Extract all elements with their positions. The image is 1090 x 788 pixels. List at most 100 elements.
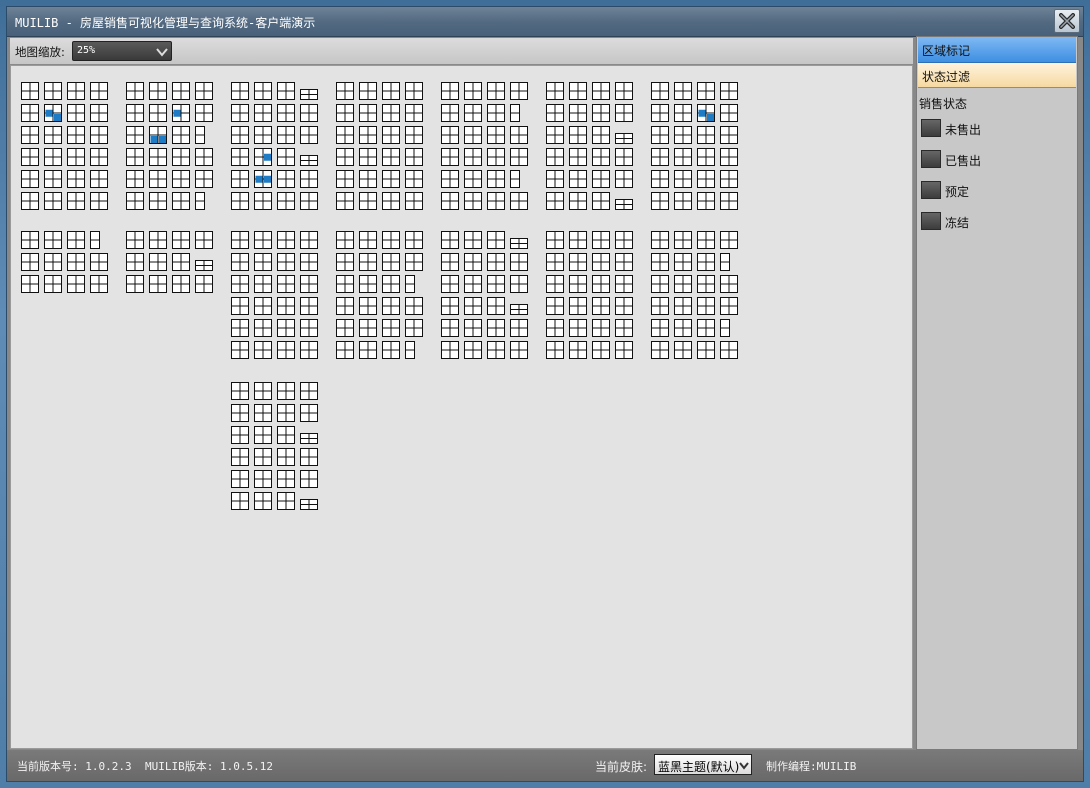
- apartment-unit[interactable]: [546, 275, 564, 293]
- apartment-unit[interactable]: [90, 170, 108, 188]
- apartment-unit[interactable]: [67, 192, 85, 210]
- apartment-unit[interactable]: [149, 148, 167, 166]
- highlighted-unit[interactable]: [264, 175, 271, 183]
- apartment-unit[interactable]: [44, 253, 62, 271]
- apartment-unit[interactable]: [90, 104, 108, 122]
- apartment-unit[interactable]: [697, 104, 715, 122]
- highlighted-unit[interactable]: [54, 114, 61, 121]
- apartment-unit[interactable]: [546, 192, 564, 210]
- apartment-unit[interactable]: [277, 82, 295, 100]
- apartment-unit[interactable]: [487, 253, 505, 271]
- building-block[interactable]: [231, 82, 318, 210]
- apartment-unit[interactable]: [300, 341, 318, 359]
- apartment-unit[interactable]: [487, 170, 505, 188]
- apartment-unit[interactable]: [697, 231, 715, 249]
- apartment-unit[interactable]: [195, 148, 213, 166]
- apartment-unit[interactable]: [254, 404, 272, 422]
- building-block[interactable]: [126, 231, 213, 293]
- apartment-unit[interactable]: [510, 253, 528, 271]
- apartment-unit[interactable]: [359, 192, 377, 210]
- apartment-unit[interactable]: [720, 319, 730, 337]
- apartment-unit[interactable]: [697, 275, 715, 293]
- apartment-unit[interactable]: [67, 231, 85, 249]
- apartment-unit[interactable]: [90, 275, 108, 293]
- apartment-unit[interactable]: [336, 253, 354, 271]
- apartment-unit[interactable]: [674, 297, 692, 315]
- apartment-unit[interactable]: [90, 231, 100, 249]
- apartment-unit[interactable]: [67, 126, 85, 144]
- apartment-unit[interactable]: [441, 82, 459, 100]
- apartment-unit[interactable]: [697, 341, 715, 359]
- apartment-unit[interactable]: [592, 275, 610, 293]
- apartment-unit[interactable]: [441, 148, 459, 166]
- apartment-unit[interactable]: [569, 82, 587, 100]
- apartment-unit[interactable]: [697, 148, 715, 166]
- apartment-unit[interactable]: [592, 253, 610, 271]
- apartment-unit[interactable]: [336, 170, 354, 188]
- apartment-unit[interactable]: [231, 253, 249, 271]
- apartment-unit[interactable]: [90, 253, 108, 271]
- apartment-unit[interactable]: [592, 104, 610, 122]
- apartment-unit[interactable]: [277, 253, 295, 271]
- apartment-unit[interactable]: [464, 192, 482, 210]
- apartment-unit[interactable]: [300, 470, 318, 488]
- status-reserved[interactable]: 预定: [921, 181, 1071, 201]
- apartment-unit[interactable]: [674, 148, 692, 166]
- apartment-unit[interactable]: [149, 104, 167, 122]
- apartment-unit[interactable]: [300, 319, 318, 337]
- apartment-unit[interactable]: [405, 192, 423, 210]
- apartment-unit[interactable]: [592, 170, 610, 188]
- apartment-unit[interactable]: [405, 231, 423, 249]
- apartment-unit[interactable]: [44, 104, 62, 122]
- apartment-unit[interactable]: [231, 470, 249, 488]
- apartment-unit[interactable]: [405, 319, 423, 337]
- apartment-unit[interactable]: [546, 82, 564, 100]
- apartment-unit[interactable]: [464, 170, 482, 188]
- apartment-unit[interactable]: [172, 104, 190, 122]
- apartment-unit[interactable]: [172, 253, 190, 271]
- apartment-unit[interactable]: [231, 148, 249, 166]
- apartment-unit[interactable]: [615, 341, 633, 359]
- highlighted-unit[interactable]: [150, 136, 158, 143]
- apartment-unit[interactable]: [405, 297, 423, 315]
- apartment-unit[interactable]: [720, 341, 738, 359]
- apartment-unit[interactable]: [697, 253, 715, 271]
- apartment-unit[interactable]: [44, 231, 62, 249]
- building-block[interactable]: [651, 82, 738, 210]
- apartment-unit[interactable]: [300, 297, 318, 315]
- apartment-unit[interactable]: [674, 170, 692, 188]
- apartment-unit[interactable]: [382, 170, 400, 188]
- apartment-unit[interactable]: [126, 253, 144, 271]
- skin-dropdown[interactable]: 蓝黑主题(默认): [654, 754, 752, 775]
- apartment-unit[interactable]: [172, 126, 190, 144]
- apartment-unit[interactable]: [231, 426, 249, 444]
- apartment-unit[interactable]: [697, 82, 715, 100]
- apartment-unit[interactable]: [336, 231, 354, 249]
- apartment-unit[interactable]: [277, 231, 295, 249]
- apartment-unit[interactable]: [277, 275, 295, 293]
- apartment-unit[interactable]: [231, 170, 249, 188]
- apartment-unit[interactable]: [231, 126, 249, 144]
- apartment-unit[interactable]: [382, 82, 400, 100]
- title-bar[interactable]: MUILIB - 房屋销售可视化管理与查询系统-客户端演示: [7, 7, 1083, 37]
- apartment-unit[interactable]: [546, 319, 564, 337]
- status-sold[interactable]: 已售出: [921, 150, 1071, 170]
- apartment-unit[interactable]: [487, 148, 505, 166]
- apartment-unit[interactable]: [546, 231, 564, 249]
- apartment-unit[interactable]: [546, 341, 564, 359]
- building-block[interactable]: [441, 231, 528, 359]
- apartment-unit[interactable]: [569, 253, 587, 271]
- apartment-unit[interactable]: [231, 82, 249, 100]
- apartment-unit[interactable]: [510, 104, 520, 122]
- apartment-unit[interactable]: [359, 275, 377, 293]
- apartment-unit[interactable]: [382, 275, 400, 293]
- apartment-unit[interactable]: [277, 426, 295, 444]
- apartment-unit[interactable]: [44, 148, 62, 166]
- apartment-unit[interactable]: [651, 170, 669, 188]
- apartment-unit[interactable]: [254, 275, 272, 293]
- apartment-unit[interactable]: [254, 470, 272, 488]
- apartment-unit[interactable]: [382, 319, 400, 337]
- highlighted-unit[interactable]: [255, 175, 263, 183]
- apartment-unit[interactable]: [441, 126, 459, 144]
- apartment-unit[interactable]: [277, 126, 295, 144]
